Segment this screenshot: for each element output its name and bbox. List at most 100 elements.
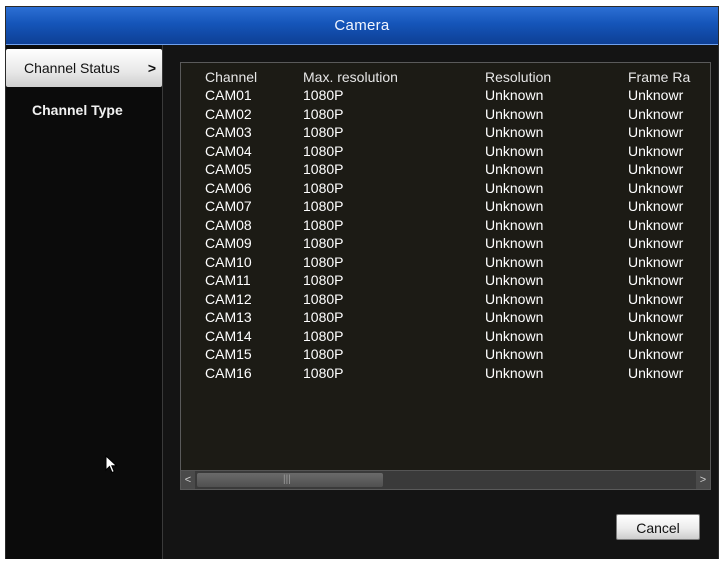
cell-frame-rate: Unknowr <box>628 327 684 344</box>
scroll-left-arrow-icon[interactable]: < <box>181 471 195 489</box>
cell-max-resolution: 1080P <box>303 216 344 233</box>
cell-frame-rate: Unknowr <box>628 124 684 140</box>
table-row[interactable]: CAM07 1080P Unknown Unknowr <box>181 197 710 215</box>
cell-frame-rate: Unknowr <box>628 272 684 288</box>
cell-frame-rate: Unknowr <box>628 179 684 196</box>
cell-max-resolution: 1080P <box>303 309 344 325</box>
column-header-channel[interactable]: Channel <box>205 68 265 86</box>
cell-frame-rate: Unknowr <box>628 346 684 362</box>
table-row[interactable]: CAM13 1080P Unknown Unknowr <box>181 308 710 326</box>
content-panel: Channel Max. resolution Resolution Frame… <box>162 45 718 559</box>
cell-max-resolution: 1080P <box>303 235 344 251</box>
cancel-button[interactable]: Cancel <box>616 514 700 540</box>
table-row[interactable]: CAM12 1080P Unknown Unknowr <box>181 290 710 308</box>
table-row[interactable]: CAM14 1080P Unknown Unknowr <box>181 327 710 345</box>
cell-channel: CAM12 <box>205 290 252 307</box>
cell-resolution: Unknown <box>485 327 544 344</box>
cell-channel: CAM13 <box>205 309 252 325</box>
cell-channel: CAM01 <box>205 87 252 103</box>
table-row[interactable]: CAM16 1080P Unknown Unknowr <box>181 364 710 382</box>
table-body: Channel Max. resolution Resolution Frame… <box>181 63 710 469</box>
table-row[interactable]: CAM06 1080P Unknown Unknowr <box>181 179 710 197</box>
cell-max-resolution: 1080P <box>303 124 344 140</box>
cell-channel: CAM06 <box>205 179 252 196</box>
cell-max-resolution: 1080P <box>303 327 344 344</box>
sidebar-item-channel-type[interactable]: Channel Type <box>6 91 162 129</box>
cell-resolution: Unknown <box>485 198 544 214</box>
cell-channel: CAM07 <box>205 198 252 214</box>
table-row[interactable]: CAM05 1080P Unknown Unknowr <box>181 160 710 178</box>
cell-resolution: Unknown <box>485 346 544 362</box>
table-header: Channel Max. resolution Resolution Frame… <box>181 68 710 86</box>
cell-resolution: Unknown <box>485 309 544 325</box>
cell-frame-rate: Unknowr <box>628 364 684 381</box>
cell-max-resolution: 1080P <box>303 346 344 362</box>
camera-window: Camera Channel Status > Channel Type Cha… <box>5 6 719 559</box>
cell-max-resolution: 1080P <box>303 290 344 307</box>
table-row[interactable]: CAM09 1080P Unknown Unknowr <box>181 234 710 252</box>
cell-channel: CAM04 <box>205 142 252 159</box>
cell-frame-rate: Unknowr <box>628 216 684 233</box>
cell-max-resolution: 1080P <box>303 179 344 196</box>
cell-channel: CAM08 <box>205 216 252 233</box>
cell-resolution: Unknown <box>485 142 544 159</box>
table-row[interactable]: CAM01 1080P Unknown Unknowr <box>181 86 710 104</box>
cell-channel: CAM10 <box>205 253 252 270</box>
cell-channel: CAM16 <box>205 364 252 381</box>
cell-frame-rate: Unknowr <box>628 290 684 307</box>
cell-channel: CAM03 <box>205 124 252 140</box>
cell-max-resolution: 1080P <box>303 142 344 159</box>
cell-frame-rate: Unknowr <box>628 105 684 122</box>
cell-resolution: Unknown <box>485 124 544 140</box>
cell-channel: CAM11 <box>205 272 251 288</box>
scroll-thumb[interactable]: ||| <box>197 473 383 487</box>
chevron-right-icon: > <box>147 60 156 76</box>
cell-max-resolution: 1080P <box>303 161 344 177</box>
mouse-pointer-icon <box>105 455 118 474</box>
table-row[interactable]: CAM03 1080P Unknown Unknowr <box>181 123 710 141</box>
cell-max-resolution: 1080P <box>303 272 344 288</box>
cell-resolution: Unknown <box>485 235 544 251</box>
cell-max-resolution: 1080P <box>303 253 344 270</box>
cell-max-resolution: 1080P <box>303 105 344 122</box>
sidebar: Channel Status > Channel Type <box>6 45 162 559</box>
cell-frame-rate: Unknowr <box>628 253 684 270</box>
column-header-frame-rate[interactable]: Frame Ra <box>628 68 710 86</box>
cell-resolution: Unknown <box>485 364 544 381</box>
cell-resolution: Unknown <box>485 253 544 270</box>
scroll-right-arrow-icon[interactable]: > <box>696 471 710 489</box>
window-title: Camera <box>334 17 390 34</box>
cell-resolution: Unknown <box>485 216 544 233</box>
column-header-resolution[interactable]: Resolution <box>485 68 605 86</box>
sidebar-item-label: Channel Status <box>24 60 120 76</box>
cell-max-resolution: 1080P <box>303 364 344 381</box>
cell-channel: CAM02 <box>205 105 252 122</box>
cell-max-resolution: 1080P <box>303 198 344 214</box>
cell-resolution: Unknown <box>485 87 544 103</box>
cell-channel: CAM05 <box>205 161 252 177</box>
sidebar-item-label: Channel Type <box>32 102 123 118</box>
cell-channel: CAM09 <box>205 235 252 251</box>
cell-frame-rate: Unknowr <box>628 235 684 251</box>
cell-frame-rate: Unknowr <box>628 198 684 214</box>
horizontal-scrollbar[interactable]: < ||| > <box>181 470 710 489</box>
table-row[interactable]: CAM08 1080P Unknown Unknowr <box>181 216 710 234</box>
sidebar-item-channel-status[interactable]: Channel Status > <box>6 49 162 87</box>
table-row[interactable]: CAM11 1080P Unknown Unknowr <box>181 271 710 289</box>
cell-resolution: Unknown <box>485 105 544 122</box>
table-row[interactable]: CAM15 1080P Unknown Unknowr <box>181 345 710 363</box>
cell-channel: CAM15 <box>205 346 252 362</box>
table-row[interactable]: CAM02 1080P Unknown Unknowr <box>181 105 710 123</box>
grip-icon: ||| <box>283 474 291 485</box>
cell-frame-rate: Unknowr <box>628 309 684 325</box>
cell-resolution: Unknown <box>485 290 544 307</box>
title-bar: Camera <box>6 7 718 45</box>
table-row[interactable]: CAM10 1080P Unknown Unknowr <box>181 253 710 271</box>
cell-frame-rate: Unknowr <box>628 142 684 159</box>
cell-resolution: Unknown <box>485 161 544 177</box>
table-row[interactable]: CAM04 1080P Unknown Unknowr <box>181 142 710 160</box>
column-header-max-resolution[interactable]: Max. resolution <box>303 68 453 86</box>
cell-max-resolution: 1080P <box>303 87 344 103</box>
cell-channel: CAM14 <box>205 327 252 344</box>
channel-status-table: Channel Max. resolution Resolution Frame… <box>180 62 711 490</box>
